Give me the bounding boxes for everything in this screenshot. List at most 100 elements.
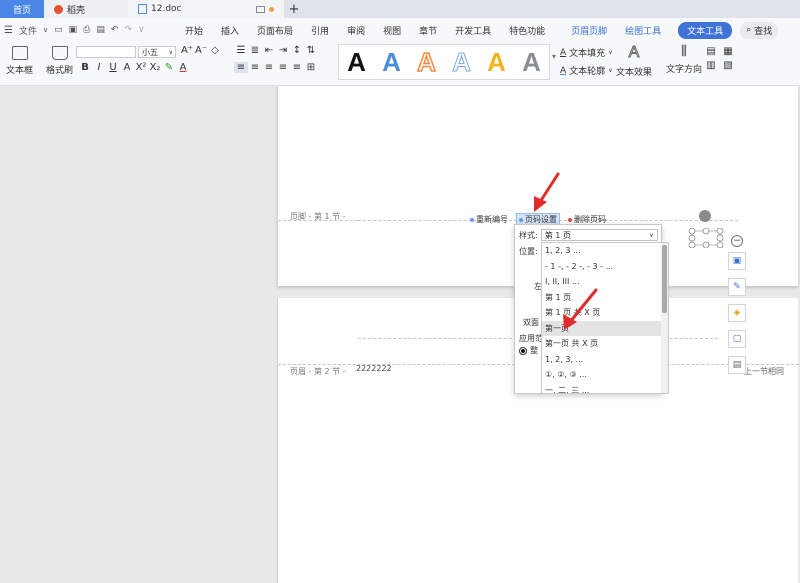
shrink-font-icon[interactable]: A⁻ [194, 45, 208, 56]
wrap-text-icon[interactable]: ▤ [728, 356, 746, 374]
menu-item-drawing-tools[interactable]: 绘图工具 [616, 24, 670, 37]
style-option[interactable]: ①, ②, ③ ... [542, 367, 668, 383]
font-color-icon[interactable]: A [120, 62, 134, 73]
text-style-orange-outline[interactable]: A [416, 48, 436, 76]
monitor-icon[interactable] [256, 5, 265, 13]
group-icon[interactable]: ▧ [721, 60, 735, 71]
menu-item-layout[interactable]: 页面布局 [248, 24, 302, 37]
style-option[interactable]: - 1 -, - 2 -, - 3 - ... [542, 259, 668, 275]
text-effect-button[interactable]: A 文本效果 [616, 44, 652, 79]
underline-button[interactable]: U [106, 62, 120, 73]
style-option[interactable]: 1, 2, 3 ... [542, 243, 668, 259]
tab-document[interactable]: 12.doc [128, 0, 284, 18]
menu-item-home[interactable]: 开始 [176, 24, 212, 37]
superscript-icon[interactable]: X² [134, 62, 148, 73]
renumber-label: 重新编号 [476, 215, 508, 224]
file-menu[interactable]: 文件 [19, 24, 37, 37]
header-text[interactable]: 2222222 [356, 364, 392, 373]
text-color-icon[interactable]: A [176, 62, 190, 73]
style-option[interactable]: 一, 二, 三 ... [542, 383, 668, 394]
bold-button[interactable]: B [78, 62, 92, 73]
style-label: 样式: [519, 230, 538, 240]
pen-icon[interactable]: ✎ [728, 278, 746, 296]
wrap-icon[interactable]: ▦ [721, 46, 735, 57]
text-direction-icon: ⫼ [681, 44, 687, 59]
gallery-more-icon[interactable]: ▾ [552, 52, 556, 61]
menu-item-developer[interactable]: 开发工具 [446, 24, 500, 37]
text-style-black[interactable]: A [347, 49, 366, 75]
undo-icon[interactable]: ↶ [111, 25, 119, 35]
tab-document-label: 12.doc [151, 4, 182, 14]
paragraph-tools-bottom: ≡ ≡ ≡ ≡ ≡ ⊞ [234, 62, 318, 73]
menu-item-text-tools[interactable]: 文本工具 [678, 21, 733, 39]
menu-item-review[interactable]: 审阅 [338, 24, 374, 37]
chevron-down-icon: ∨ [42, 26, 49, 34]
clear-format-icon[interactable]: ◇ [208, 45, 222, 56]
menu-item-features[interactable]: 特色功能 [500, 24, 554, 37]
scrollbar[interactable] [661, 243, 668, 393]
border-icon[interactable]: ⊞ [304, 62, 318, 73]
tab-home[interactable]: 首页 [0, 0, 44, 18]
save-icon[interactable]: ▣ [69, 25, 78, 35]
search-button[interactable]: ⌕ 查找 [740, 21, 779, 39]
layout-options-icon[interactable]: ▣ [728, 252, 746, 270]
sort-icon[interactable]: ⇅ [304, 45, 318, 56]
scrollbar-thumb[interactable] [662, 245, 667, 313]
annotation-arrow-2-icon [563, 288, 598, 330]
italic-button[interactable]: I [92, 62, 106, 73]
text-fill-button[interactable]: A 文本填充 ∨ [560, 46, 613, 60]
align-right-icon[interactable]: ≡ [262, 62, 276, 73]
collapse-icon[interactable]: − [731, 235, 743, 247]
text-style-gray[interactable]: A [522, 49, 541, 75]
text-style-gallery: A A A A A A [338, 44, 550, 80]
text-fill-icon: A [560, 47, 567, 58]
renumber-button[interactable]: 重新编号 [468, 213, 510, 226]
line-spacing-icon[interactable]: ↕ [290, 45, 304, 56]
text-direction-button[interactable]: ⫼ 文字方向 [666, 44, 702, 75]
font-family-select[interactable] [76, 46, 136, 58]
more-icon[interactable]: ∨ [138, 25, 145, 35]
distribute-icon[interactable]: ≡ [290, 62, 304, 73]
new-tab-button[interactable]: + [284, 0, 304, 18]
align-text-icon[interactable]: ▤ [704, 46, 718, 57]
document-icon [138, 4, 147, 14]
hamburger-icon[interactable]: ☰ [4, 25, 13, 36]
tab-docer[interactable]: 稻壳 [44, 0, 128, 18]
align-center-icon[interactable]: ≡ [248, 62, 262, 73]
align-left-icon[interactable]: ≡ [234, 62, 248, 73]
menu-item-section[interactable]: 章节 [410, 24, 446, 37]
preview-icon[interactable]: ▤ [96, 25, 105, 35]
fill-icon[interactable]: ◈ [728, 304, 746, 322]
outline-icon[interactable]: ▢ [728, 330, 746, 348]
text-style-gold[interactable]: A [487, 49, 506, 75]
textbox-button[interactable]: 文本框 [6, 46, 33, 76]
text-outline-button[interactable]: A 文本轮廓 ∨ [560, 64, 613, 78]
menu-item-insert[interactable]: 插入 [212, 24, 248, 37]
menu-item-view[interactable]: 视图 [374, 24, 410, 37]
text-style-blue[interactable]: A [382, 49, 401, 75]
number-list-icon[interactable]: ≣ [248, 45, 262, 56]
arrange-icon[interactable]: ▥ [704, 60, 718, 71]
justify-icon[interactable]: ≡ [276, 62, 290, 73]
bullet-list-icon[interactable]: ☰ [234, 45, 248, 56]
tab-bar: 首页 稻壳 12.doc + [0, 0, 800, 18]
style-select[interactable]: 第 1 页 ∨ [540, 229, 658, 241]
highlight-icon[interactable]: ✎ [162, 62, 176, 73]
open-icon[interactable]: ▭ [54, 25, 63, 35]
page-number-textbox[interactable] [688, 227, 724, 249]
font-size-select[interactable]: 小五 ∨ [138, 46, 176, 58]
menu-item-header-footer[interactable]: 页眉页脚 [562, 24, 616, 37]
print-icon[interactable]: ⎙ [83, 25, 90, 35]
rotate-handle-icon[interactable] [699, 210, 711, 222]
indent-icon[interactable]: ⇥ [276, 45, 290, 56]
grow-font-icon[interactable]: A⁺ [180, 45, 194, 56]
style-option[interactable]: 第一页 共 X 页 [542, 336, 668, 352]
menu-item-references[interactable]: 引用 [302, 24, 338, 37]
redo-icon[interactable]: ↷ [124, 25, 132, 35]
subscript-icon[interactable]: X₂ [148, 62, 162, 73]
outdent-icon[interactable]: ⇤ [262, 45, 276, 56]
text-style-blue-outline[interactable]: A [452, 49, 472, 76]
whole-document-radio[interactable]: 整 [519, 345, 538, 356]
format-painter-button[interactable]: 格式刷 [46, 46, 73, 76]
style-option[interactable]: 1, 2, 3, ... [542, 352, 668, 368]
